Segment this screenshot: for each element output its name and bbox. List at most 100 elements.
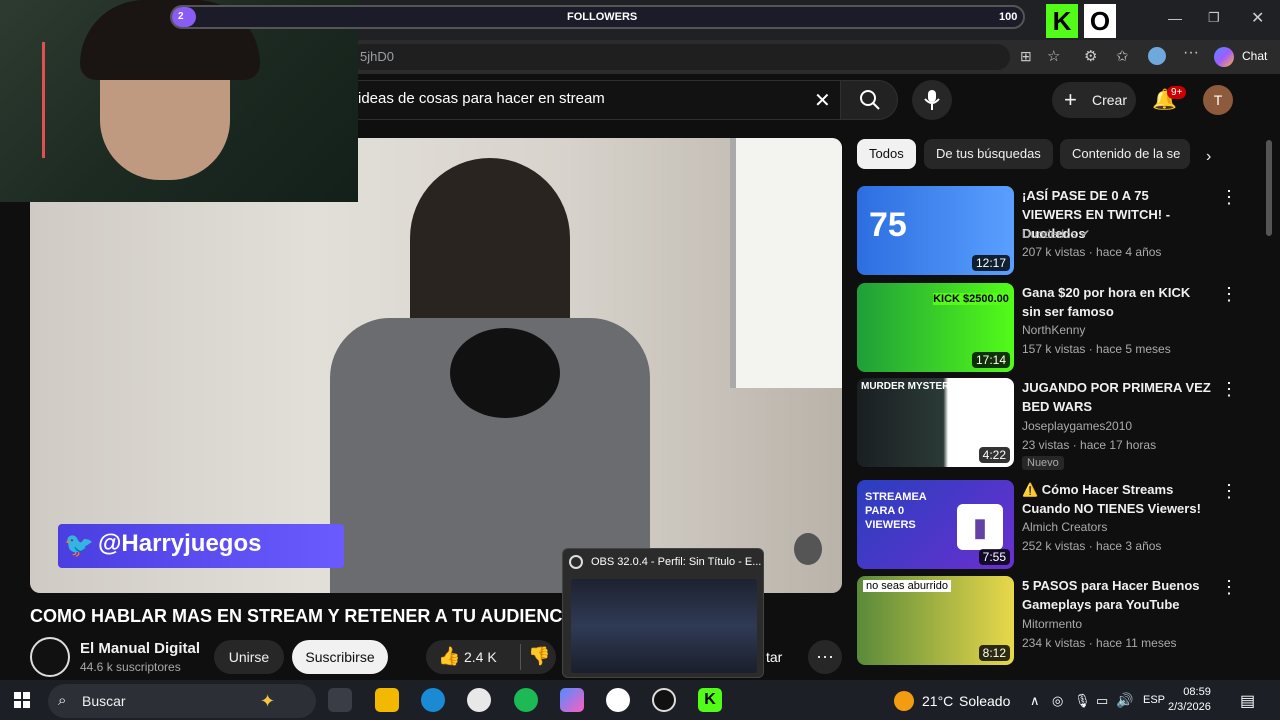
clear-search-icon[interactable]: ✕	[814, 88, 831, 113]
channel-name[interactable]: El Manual Digital	[80, 640, 200, 657]
kick-logo-o: O	[1084, 4, 1116, 38]
rec-thumbnail[interactable]: STREAMEA PARA 0 VIEWERS ▮ 7:55	[857, 480, 1014, 569]
chip-de-tus-busquedas[interactable]: De tus búsquedas	[924, 139, 1053, 169]
thumbnail-text: STREAMEA PARA 0 VIEWERS	[865, 491, 927, 531]
network-icon[interactable]: ▭	[1096, 693, 1108, 709]
obs-taskbar-preview[interactable]: OBS 32.0.4 - Perfil: Sin Título - E...	[562, 548, 764, 678]
plus-icon: +	[1064, 87, 1077, 112]
duration-badge: 4:22	[978, 447, 1010, 463]
copilot-icon[interactable]	[1214, 47, 1234, 67]
obs-taskbar-icon[interactable]	[652, 688, 676, 712]
rec-channel-name[interactable]: Joseplaygames2010	[1022, 417, 1132, 435]
rec-more-icon[interactable]: ⋮	[1220, 481, 1238, 502]
kick-taskbar-icon[interactable]: K	[698, 688, 722, 712]
chip-todos[interactable]: Todos	[857, 139, 916, 169]
window	[730, 138, 842, 388]
search-icon	[860, 90, 880, 110]
webcam-border-accent	[42, 42, 45, 158]
duration-badge: 17:14	[971, 352, 1010, 368]
edge-browser-icon[interactable]	[421, 688, 445, 712]
scrollbar-thumb[interactable]	[1266, 140, 1272, 236]
obs-icon	[569, 555, 583, 569]
spotify-icon[interactable]	[514, 688, 538, 712]
rec-meta: 157 k vistas · hace 5 meses	[1022, 342, 1171, 356]
rec-channel-name[interactable]: Duodedos	[1022, 227, 1077, 241]
kick-logo-k: K	[1046, 4, 1078, 38]
weather-sun-icon	[894, 691, 914, 711]
subscribe-button[interactable]: Suscribirse	[292, 640, 388, 674]
create-button[interactable]: + Crear	[1052, 82, 1136, 118]
rec-title[interactable]: Gana $20 por hora en KICK sin ser famoso	[1022, 283, 1212, 321]
weather-desc[interactable]: Soleado	[959, 693, 1010, 709]
tray-chevron-icon[interactable]: ∧	[1030, 693, 1040, 709]
account-avatar[interactable]: T	[1203, 85, 1233, 115]
close-window-button[interactable]: ✕	[1251, 8, 1264, 28]
channel-watermark-icon[interactable]	[794, 533, 822, 565]
taskbar-search[interactable]: ⌕ Buscar ✦	[48, 684, 316, 718]
clock-time: 08:59	[1183, 686, 1211, 698]
app-icon[interactable]	[467, 688, 491, 712]
minimize-button[interactable]: —	[1168, 10, 1182, 26]
rec-channel[interactable]: Duodedos ✔	[1022, 225, 1090, 243]
weather-temp[interactable]: 21°C	[922, 693, 953, 709]
rec-thumbnail[interactable]: no seas aburrido 8:12	[857, 576, 1014, 665]
task-view-icon[interactable]	[328, 688, 352, 712]
notification-center-icon[interactable]: ▤	[1240, 691, 1255, 711]
profile-icon[interactable]	[1148, 47, 1166, 65]
rec-more-icon[interactable]: ⋮	[1220, 187, 1238, 208]
obs-window-title: OBS 32.0.4 - Perfil: Sin Título - E...	[591, 556, 761, 568]
file-explorer-icon[interactable]	[375, 688, 399, 712]
apps-icon[interactable]: ⊞	[1020, 48, 1032, 65]
rec-title[interactable]: 5 PASOS para Hacer Buenos Gameplays para…	[1022, 576, 1212, 614]
tray-app-icon[interactable]: ◎	[1052, 693, 1063, 709]
rec-meta: 207 k vistas · hace 4 años	[1022, 245, 1162, 259]
followers-current: 2	[178, 11, 184, 22]
clock[interactable]: 08:59 2/3/2026	[1168, 685, 1211, 715]
rec-title[interactable]: ⚠️ Cómo Hacer Streams Cuando NO TIENES V…	[1022, 480, 1212, 518]
like-icon[interactable]: 👍	[438, 646, 460, 667]
rec-thumbnail[interactable]: MURDER MYSTERY 4:22	[857, 378, 1014, 467]
verified-icon: ✔	[1080, 227, 1091, 241]
video-player[interactable]: 🐦 @Harryjuegos	[30, 138, 842, 593]
windows-start-icon[interactable]	[14, 692, 30, 708]
chevron-right-icon[interactable]: ›	[1206, 148, 1211, 166]
discord-icon[interactable]	[606, 688, 630, 712]
favorite-star-icon[interactable]: ☆	[1047, 47, 1060, 65]
maximize-button[interactable]: ❐	[1208, 10, 1220, 26]
rec-thumbnail[interactable]: 75 12:17	[857, 186, 1014, 275]
volume-icon[interactable]: 🔊	[1116, 692, 1133, 709]
chip-contenido[interactable]: Contenido de la se	[1060, 139, 1190, 169]
share-label-partial[interactable]: tar	[766, 649, 782, 665]
rec-more-icon[interactable]: ⋮	[1220, 284, 1238, 305]
rec-more-icon[interactable]: ⋮	[1220, 379, 1238, 400]
rec-meta: 234 k vistas · hace 11 meses	[1022, 636, 1177, 650]
video-title: COMO HABLAR MAS EN STREAM Y RETENER A TU…	[30, 606, 581, 626]
rec-channel-name[interactable]: NorthKenny	[1022, 321, 1085, 339]
rec-channel-name[interactable]: Almich Creators	[1022, 518, 1107, 536]
url-field[interactable]: 5jhD0	[350, 44, 1010, 70]
search-query: ideas de cosas para hacer en stream	[358, 90, 605, 107]
chat-label[interactable]: Chat	[1242, 49, 1267, 63]
more-actions-button[interactable]: ⋯	[808, 640, 842, 674]
dislike-icon[interactable]: 👎	[528, 646, 550, 667]
followers-goal: 100	[999, 11, 1018, 23]
join-button[interactable]: Unirse	[214, 640, 284, 674]
twitter-icon: 🐦	[64, 532, 94, 559]
followers-goal-fill	[172, 7, 196, 27]
channel-avatar[interactable]	[30, 637, 70, 677]
language-indicator[interactable]: ESP	[1143, 694, 1165, 706]
rec-title[interactable]: JUGANDO POR PRIMERA VEZ BED WARS	[1022, 378, 1212, 416]
duration-badge: 8:12	[978, 645, 1010, 661]
favorites-icon[interactable]: ✩	[1116, 47, 1129, 65]
duration-badge: 12:17	[971, 255, 1010, 271]
voice-search-button[interactable]	[912, 80, 952, 120]
more-options-icon[interactable]: ···	[1183, 44, 1199, 62]
search-button[interactable]	[840, 80, 898, 120]
rec-channel-name[interactable]: Mitormento	[1022, 615, 1082, 633]
like-dislike-pill: 👍 2.4 K 👎	[426, 640, 556, 674]
extensions-icon[interactable]: ⚙	[1084, 47, 1097, 65]
gemini-icon[interactable]	[560, 688, 584, 712]
rec-thumbnail[interactable]: KICK $2500.00 17:14	[857, 283, 1014, 372]
rec-more-icon[interactable]: ⋮	[1220, 577, 1238, 598]
microphone-tray-icon[interactable]: 🎙	[1074, 693, 1091, 709]
